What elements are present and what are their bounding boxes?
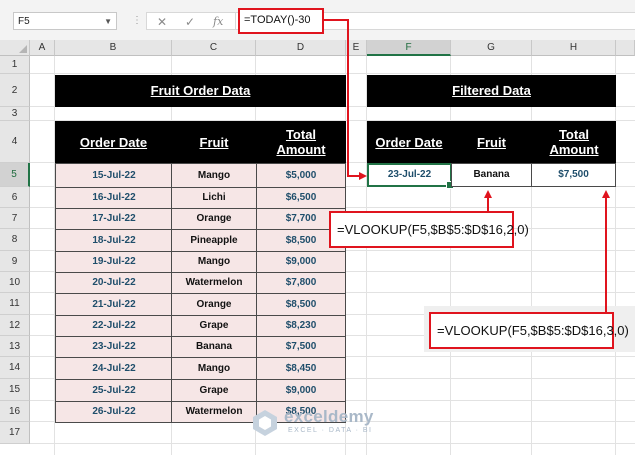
grid-column-line: [450, 56, 451, 455]
order-date-cell[interactable]: 20-Jul-22: [55, 272, 173, 294]
watermark-tagline: EXCEL · DATA · BI: [288, 427, 373, 434]
column-header-d[interactable]: D: [256, 40, 346, 56]
filtered-order-date: 23-Jul-22: [387, 169, 432, 180]
order-date-cell[interactable]: 22-Jul-22: [55, 315, 173, 337]
column-header-g[interactable]: G: [451, 40, 532, 56]
amount-formula-text: =VLOOKUP(F5,$B$5:$D$16,3,0): [437, 323, 629, 338]
drag-handle-icon[interactable]: ⋮: [132, 14, 142, 28]
fruit-cell[interactable]: Lichi: [171, 187, 257, 209]
grid-row-line: [30, 73, 635, 74]
fruit-formula-text: =VLOOKUP(F5,$B$5:$D$16,2,0): [337, 222, 529, 237]
active-cell-f5[interactable]: 23-Jul-22: [367, 163, 454, 189]
row-header-16[interactable]: 16: [0, 401, 30, 422]
total-amount-cell[interactable]: $8,450: [256, 357, 346, 380]
total-amount-cell[interactable]: $9,000: [256, 379, 346, 402]
total-amount-cell[interactable]: $5,000: [256, 163, 346, 188]
row-header-4[interactable]: 4: [0, 121, 30, 163]
row-header-9[interactable]: 9: [0, 251, 30, 272]
total-amount-cell[interactable]: $7,800: [256, 272, 346, 294]
order-date-cell[interactable]: 18-Jul-22: [55, 229, 173, 252]
exceldemy-logo-icon: [253, 410, 277, 436]
total-amount-cell[interactable]: $7,500: [256, 336, 346, 358]
fruit-cell[interactable]: Mango: [171, 357, 257, 380]
left-header-fruit: Fruit: [172, 121, 256, 163]
row-header-10[interactable]: 10: [0, 272, 30, 293]
grid-column-line: [615, 56, 616, 455]
column-header-filler: [616, 40, 635, 56]
order-date-cell[interactable]: 21-Jul-22: [55, 293, 173, 316]
row-header-15[interactable]: 15: [0, 379, 30, 401]
grid-row-line: [30, 443, 635, 444]
select-all-corner[interactable]: [0, 40, 30, 56]
row-header-3[interactable]: 3: [0, 107, 30, 121]
formula-text: =TODAY()-30: [244, 14, 311, 26]
grid-column-line: [531, 56, 532, 455]
fruit-cell[interactable]: Orange: [171, 293, 257, 316]
formula-highlight[interactable]: =TODAY()-30: [238, 8, 324, 34]
formula-bar: F5 ▼ ⋮ ✕ ✓ fx =TODAY()-30: [0, 0, 635, 40]
filtered-fruit[interactable]: Banana: [451, 163, 532, 187]
column-header-a[interactable]: A: [30, 40, 55, 56]
row-header-12[interactable]: 12: [0, 315, 30, 336]
order-date-cell[interactable]: 24-Jul-22: [55, 357, 173, 380]
total-amount-cell[interactable]: $9,000: [256, 251, 346, 273]
name-box[interactable]: F5 ▼: [13, 12, 117, 30]
right-header-order-date: Order Date: [367, 121, 451, 163]
order-date-cell[interactable]: 26-Jul-22: [55, 401, 173, 423]
row-header-7[interactable]: 7: [0, 208, 30, 229]
fruit-cell[interactable]: Pineapple: [171, 229, 257, 252]
watermark-name: exceldemy: [284, 407, 374, 426]
fruit-cell[interactable]: Mango: [171, 251, 257, 273]
row-header-17[interactable]: 17: [0, 422, 30, 444]
row-header-8[interactable]: 8: [0, 229, 30, 251]
fruit-cell[interactable]: Orange: [171, 208, 257, 230]
cancel-icon[interactable]: ✕: [157, 13, 167, 31]
order-date-cell[interactable]: 16-Jul-22: [55, 187, 173, 209]
insert-function-icon[interactable]: fx: [213, 13, 223, 31]
row-header-2[interactable]: 2: [0, 74, 30, 107]
order-date-cell[interactable]: 19-Jul-22: [55, 251, 173, 273]
row-header-5[interactable]: 5: [0, 163, 30, 187]
column-header-f[interactable]: F: [367, 40, 451, 56]
fruit-cell[interactable]: Grape: [171, 315, 257, 337]
fruit-cell[interactable]: Watermelon: [171, 272, 257, 294]
left-header-order-date: Order Date: [55, 121, 172, 163]
chevron-down-icon[interactable]: ▼: [104, 13, 112, 31]
grid-column-line: [366, 56, 367, 455]
column-header-b[interactable]: B: [55, 40, 172, 56]
formula-actions: ✕ ✓ fx: [146, 12, 236, 30]
total-amount-cell[interactable]: $8,500: [256, 293, 346, 316]
filtered-total-amount[interactable]: $7,500: [531, 163, 616, 187]
exceldemy-watermark: exceldemy EXCEL · DATA · BI: [250, 406, 400, 442]
row-header-1[interactable]: 1: [0, 56, 30, 74]
right-table-title: Filtered Data: [367, 75, 616, 107]
left-header-total-amount: Total Amount: [256, 121, 346, 163]
order-date-cell[interactable]: 17-Jul-22: [55, 208, 173, 230]
column-header-c[interactable]: C: [172, 40, 256, 56]
total-amount-cell[interactable]: $6,500: [256, 187, 346, 209]
column-header-e[interactable]: E: [346, 40, 367, 56]
row-header-14[interactable]: 14: [0, 357, 30, 379]
order-date-cell[interactable]: 23-Jul-22: [55, 336, 173, 358]
fruit-cell[interactable]: Mango: [171, 163, 257, 188]
fruit-cell[interactable]: Watermelon: [171, 401, 257, 423]
column-header-h[interactable]: H: [532, 40, 616, 56]
row-header-13[interactable]: 13: [0, 336, 30, 357]
order-date-cell[interactable]: 25-Jul-22: [55, 379, 173, 402]
name-box-value: F5: [18, 16, 30, 27]
row-header-6[interactable]: 6: [0, 187, 30, 208]
fruit-cell[interactable]: Grape: [171, 379, 257, 402]
left-table-title: Fruit Order Data: [55, 75, 346, 107]
enter-icon[interactable]: ✓: [185, 13, 195, 31]
row-header-11[interactable]: 11: [0, 293, 30, 315]
amount-formula-callout: =VLOOKUP(F5,$B$5:$D$16,3,0): [429, 312, 629, 349]
right-header-fruit: Fruit: [451, 121, 532, 163]
total-amount-cell[interactable]: $8,230: [256, 315, 346, 337]
fruit-formula-callout: =VLOOKUP(F5,$B$5:$D$16,2,0): [329, 211, 529, 248]
fruit-cell[interactable]: Banana: [171, 336, 257, 358]
right-header-total-amount: Total Amount: [532, 121, 616, 163]
order-date-cell[interactable]: 15-Jul-22: [55, 163, 173, 188]
